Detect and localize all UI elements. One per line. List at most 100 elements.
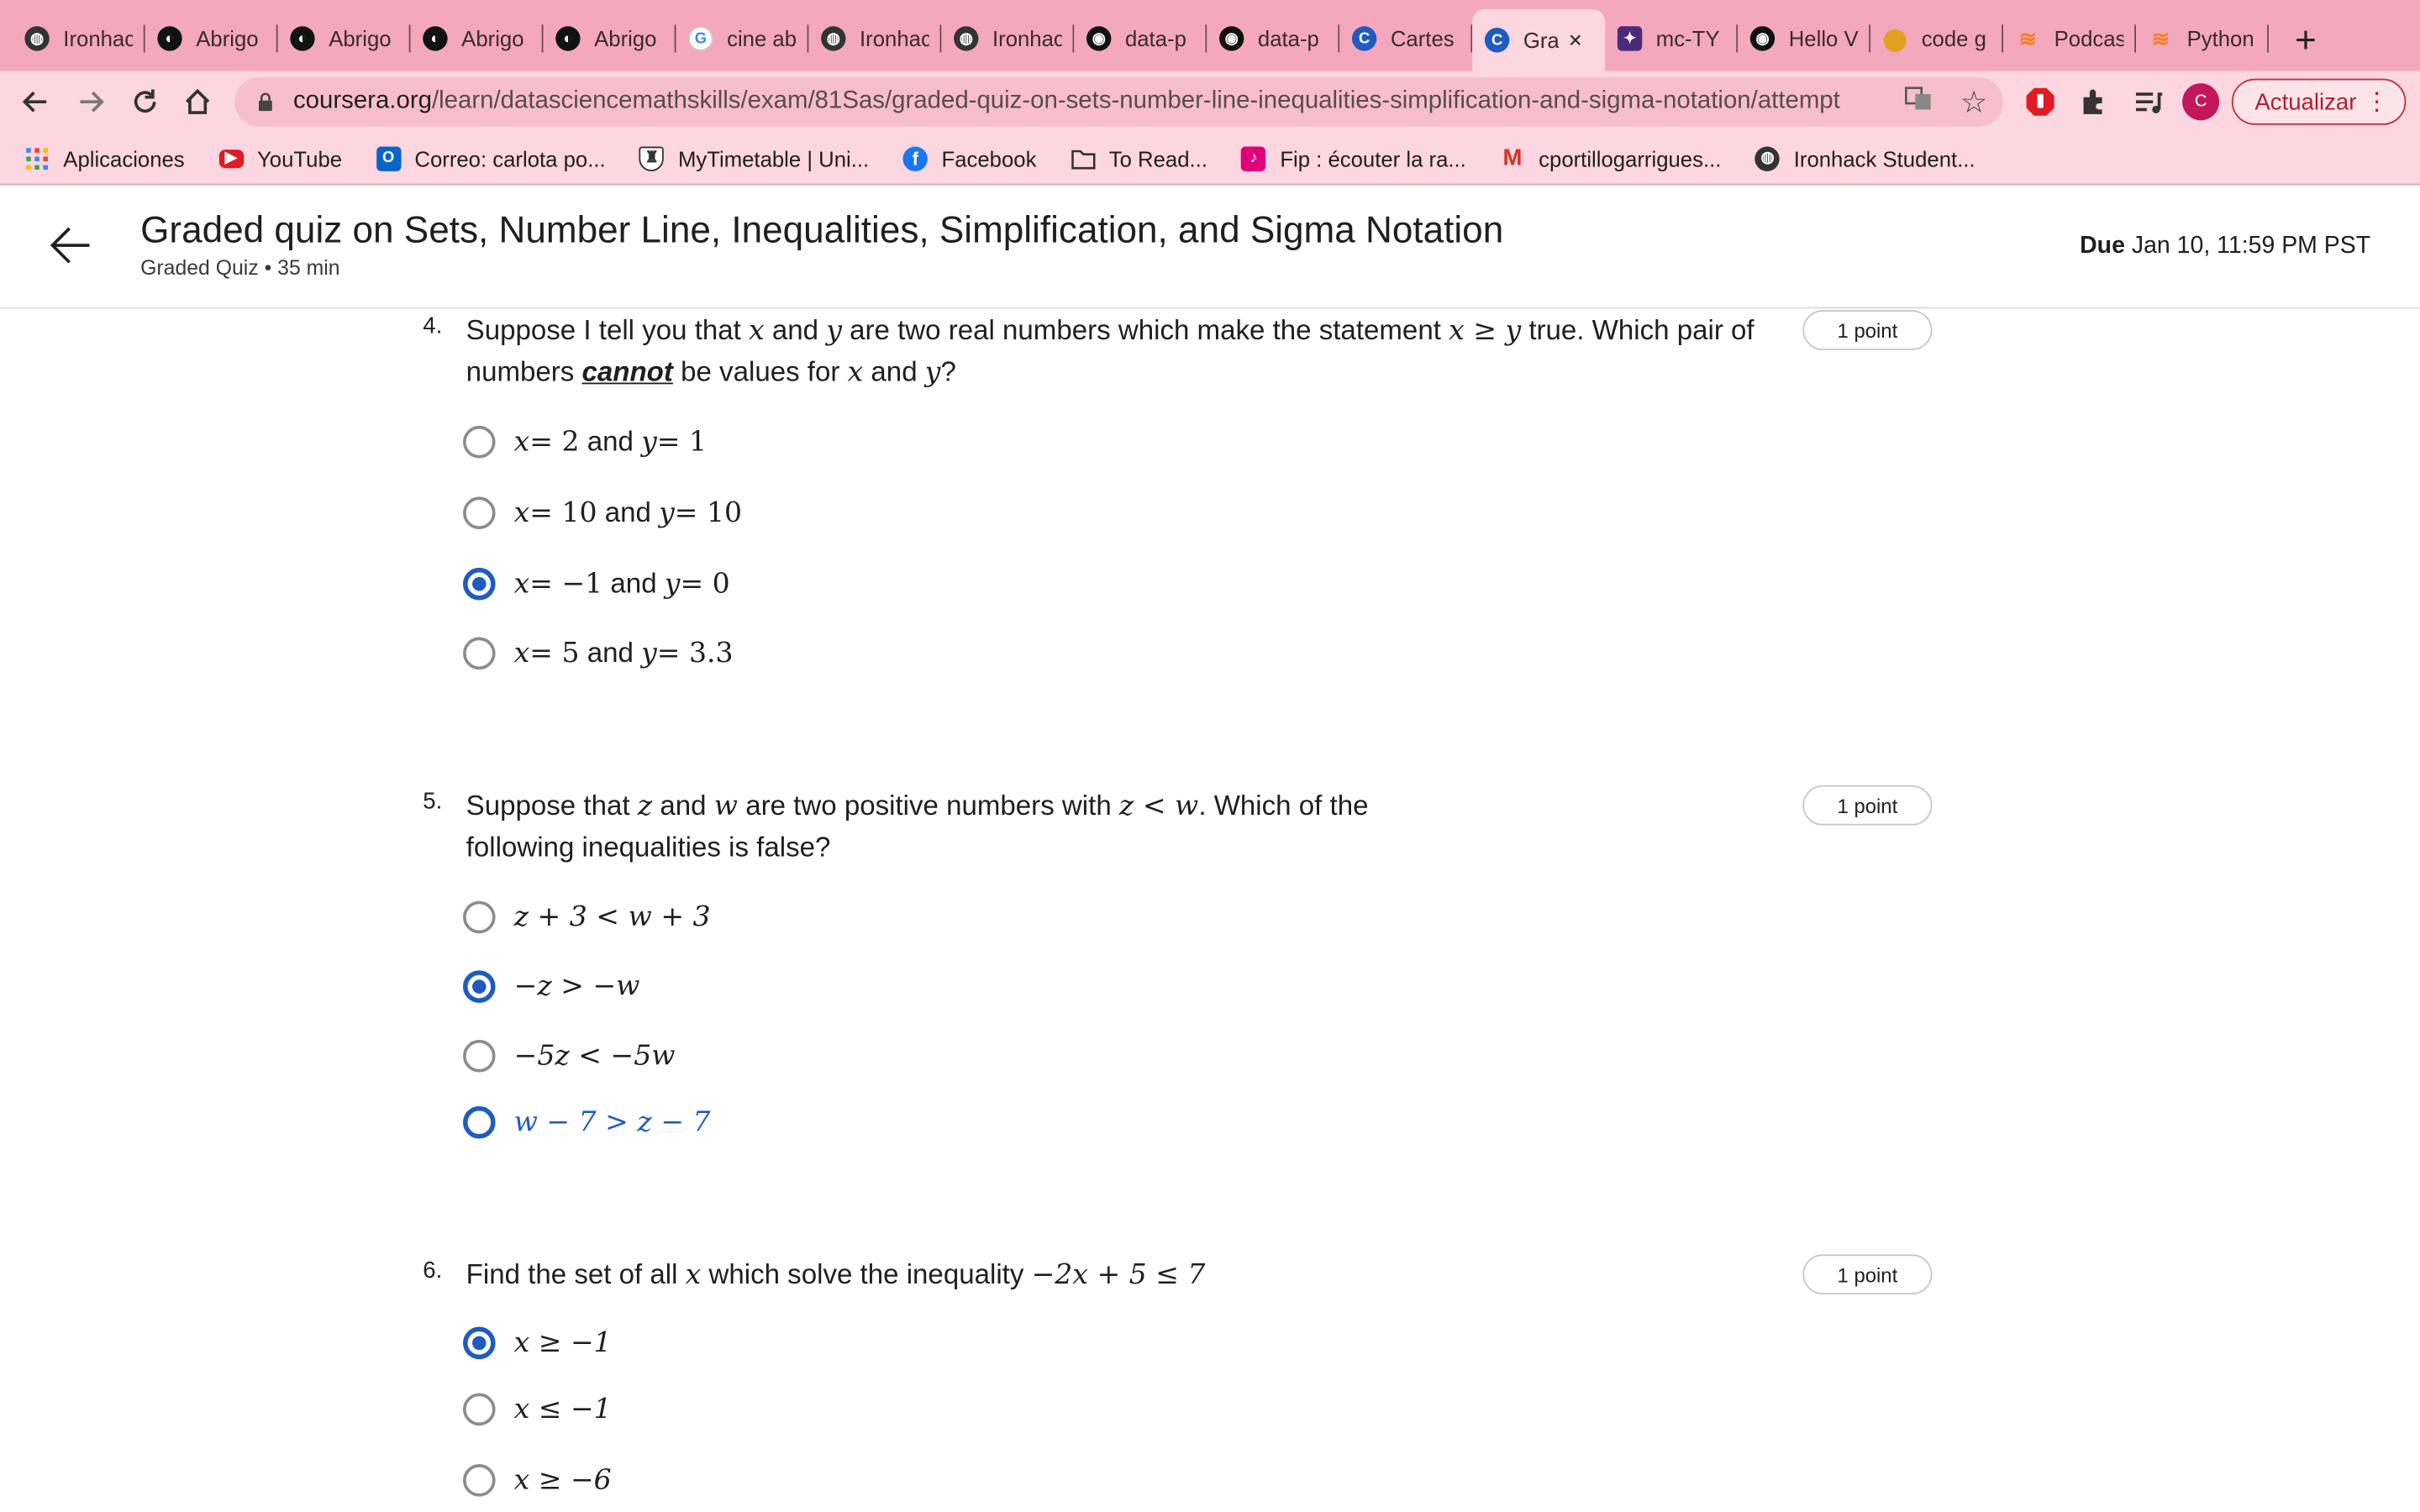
browser-tab[interactable]: Gcine ab	[676, 9, 809, 68]
bookmark-gmail[interactable]: Mcportillogarrigues...	[1500, 144, 1721, 171]
radio-button-selected[interactable]	[463, 566, 496, 600]
radio-button[interactable]	[463, 1463, 496, 1496]
browser-tab[interactable]: ◍ Ironhac	[941, 9, 1075, 68]
browser-tab[interactable]: ◉ data-p	[1207, 9, 1340, 68]
tab-strip: ◍ Ironhac ◐ Abrigo ◐ Abrigo ◐ Abrigo ◐ Abrigo…	[0, 0, 2420, 71]
shield-icon: ✦	[1617, 26, 1643, 51]
translate-icon[interactable]	[1905, 84, 1933, 119]
github-icon: ◉	[1218, 26, 1244, 51]
radio-button[interactable]	[463, 900, 496, 933]
browser-tab[interactable]: ◐ Abrigo	[544, 9, 676, 68]
radio-button-selected[interactable]	[463, 1326, 496, 1359]
points-badge: 1 point	[1802, 1254, 1933, 1294]
bookmark-youtube[interactable]: ▶ YouTube	[218, 146, 342, 171]
bookmark-apps[interactable]: Aplicaciones	[24, 146, 185, 171]
answer-option-selected[interactable]: x ≥ −1	[463, 1319, 612, 1365]
forward-arrow-icon[interactable]	[65, 76, 117, 128]
close-icon[interactable]: ×	[1569, 27, 1582, 53]
star-icon[interactable]: ☆	[1960, 82, 1988, 121]
media-playlist-icon[interactable]	[2133, 71, 2164, 132]
question-text: Suppose that z and w are two positive nu…	[466, 790, 1369, 863]
question-text: Suppose I tell you that x and y are two …	[466, 314, 1754, 389]
bookmark-mail[interactable]: O Correo: carlota po...	[376, 145, 606, 171]
page-title: Graded quiz on Sets, Number Line, Inequa…	[140, 209, 1504, 252]
browser-tab[interactable]: ◐ Abrigo	[411, 9, 544, 68]
due-date: Due Jan 10, 11:59 PM PST	[2080, 233, 2371, 260]
browser-tab[interactable]: ◐ Abrigo	[278, 9, 411, 68]
answer-option-selected[interactable]: −z > −w	[463, 963, 639, 1009]
browser-tab[interactable]: ◍ Ironhac	[808, 9, 942, 68]
github-icon: ◉	[1749, 26, 1776, 51]
stack-icon: ≋	[2151, 25, 2170, 50]
new-tab-button[interactable]: +	[2281, 13, 2331, 71]
home-icon[interactable]	[171, 76, 224, 128]
extensions-puzzle-icon[interactable]	[2079, 71, 2110, 132]
brand-icon: ◐	[157, 26, 182, 51]
more-vertical-icon[interactable]: ⋮	[2365, 87, 2389, 118]
browser-toolbar: coursera.org/learn/datasciencemathskills…	[0, 71, 2420, 133]
bookmark-fip[interactable]: ♪ Fip : écouter la ra...	[1241, 145, 1466, 171]
browser-tab[interactable]: ◉ Hello V	[1738, 9, 1871, 68]
profile-avatar[interactable]: C	[2182, 71, 2220, 132]
question-number: 6.	[423, 1257, 443, 1284]
facebook-icon: f	[902, 145, 928, 171]
brand-icon: ◐	[290, 26, 315, 51]
google-icon: G	[688, 26, 713, 51]
answer-option[interactable]: z + 3 < w + 3	[463, 893, 711, 939]
bookmark-facebook[interactable]: f Facebook	[902, 145, 1036, 171]
coursera-icon: C	[1484, 28, 1510, 53]
back-arrow-icon[interactable]	[46, 221, 96, 270]
stack-icon: ≋	[2018, 25, 2038, 50]
bookmark-ironhack[interactable]: ◍ Ironhack Student...	[1754, 145, 1975, 171]
reload-icon[interactable]	[118, 76, 171, 128]
browser-tab[interactable]: ✦ mc-TY	[1605, 9, 1739, 68]
points-badge: 1 point	[1802, 310, 1933, 350]
browser-tab[interactable]: ⬤ code g	[1870, 9, 2004, 68]
bookmark-folder[interactable]: To Read...	[1071, 146, 1207, 171]
question-number: 5.	[423, 788, 443, 815]
folder-icon	[1071, 146, 1095, 171]
emphasis-cannot: cannot	[581, 356, 673, 388]
points-badge: 1 point	[1802, 785, 1933, 826]
update-button[interactable]: Actualizar ⋮	[2231, 78, 2407, 125]
gmail-icon: M	[1502, 144, 1523, 171]
answer-option[interactable]: x ≤ −1	[463, 1385, 612, 1431]
question-number: 4.	[423, 312, 443, 340]
radio-button[interactable]	[463, 636, 496, 669]
answer-option[interactable]: −5z < −5w	[463, 1032, 676, 1079]
browser-tab[interactable]: ◍ Ironhac	[13, 9, 145, 68]
quiz-meta: Graded Quiz • 35 min	[140, 255, 340, 280]
answer-option-focused[interactable]: w − 7 > z − 7	[463, 1099, 711, 1145]
back-arrow-icon[interactable]	[9, 76, 61, 128]
radio-button[interactable]	[463, 496, 496, 529]
bookmarks-bar: Aplicaciones ▶ YouTube O Correo: carlota p…	[0, 132, 2420, 186]
globe-icon: ◍	[1754, 145, 1781, 171]
radio-button-selected[interactable]	[463, 969, 496, 1002]
radio-button[interactable]	[463, 1392, 496, 1425]
radio-button-focused[interactable]	[463, 1105, 496, 1138]
answer-option[interactable]: x = 2 and y = 1	[463, 418, 707, 465]
browser-tab[interactable]: C Cartes	[1339, 9, 1473, 68]
address-bar[interactable]: coursera.org/learn/datasciencemathskills…	[234, 76, 2004, 127]
bookmark-timetable[interactable]: ♜ MyTimetable | Uni...	[639, 145, 869, 171]
answer-option[interactable]: x = 5 and y = 3.3	[463, 629, 734, 675]
brand-icon: ◐	[423, 26, 448, 51]
browser-tab-active[interactable]: C Gra ×	[1472, 9, 1606, 71]
answer-option-selected[interactable]: x = −1 and y = 0	[463, 560, 730, 606]
url-path: /learn/datasciencemathskills/exam/81Sas/…	[431, 87, 1840, 114]
radio-button[interactable]	[463, 1039, 496, 1072]
browser-tab[interactable]: ≋ Podcas	[2003, 9, 2136, 68]
browser-tab[interactable]: ◐ Abrigo	[145, 9, 278, 68]
radio-button[interactable]	[463, 425, 496, 458]
answer-option[interactable]: x ≥ −6	[463, 1457, 612, 1503]
fip-icon: ♪	[1241, 145, 1266, 171]
browser-tab[interactable]: ◉ data-p	[1074, 9, 1207, 68]
github-icon: ◉	[1086, 26, 1112, 51]
adblock-icon[interactable]	[2025, 71, 2056, 132]
outlook-icon: O	[376, 145, 401, 171]
coursera-icon: C	[1351, 26, 1377, 51]
globe-icon: ◍	[24, 26, 50, 51]
answer-option[interactable]: x = 10 and y = 10	[463, 489, 742, 535]
browser-tab[interactable]: ≋ Python	[2136, 9, 2269, 68]
youtube-icon: ▶	[218, 149, 244, 168]
